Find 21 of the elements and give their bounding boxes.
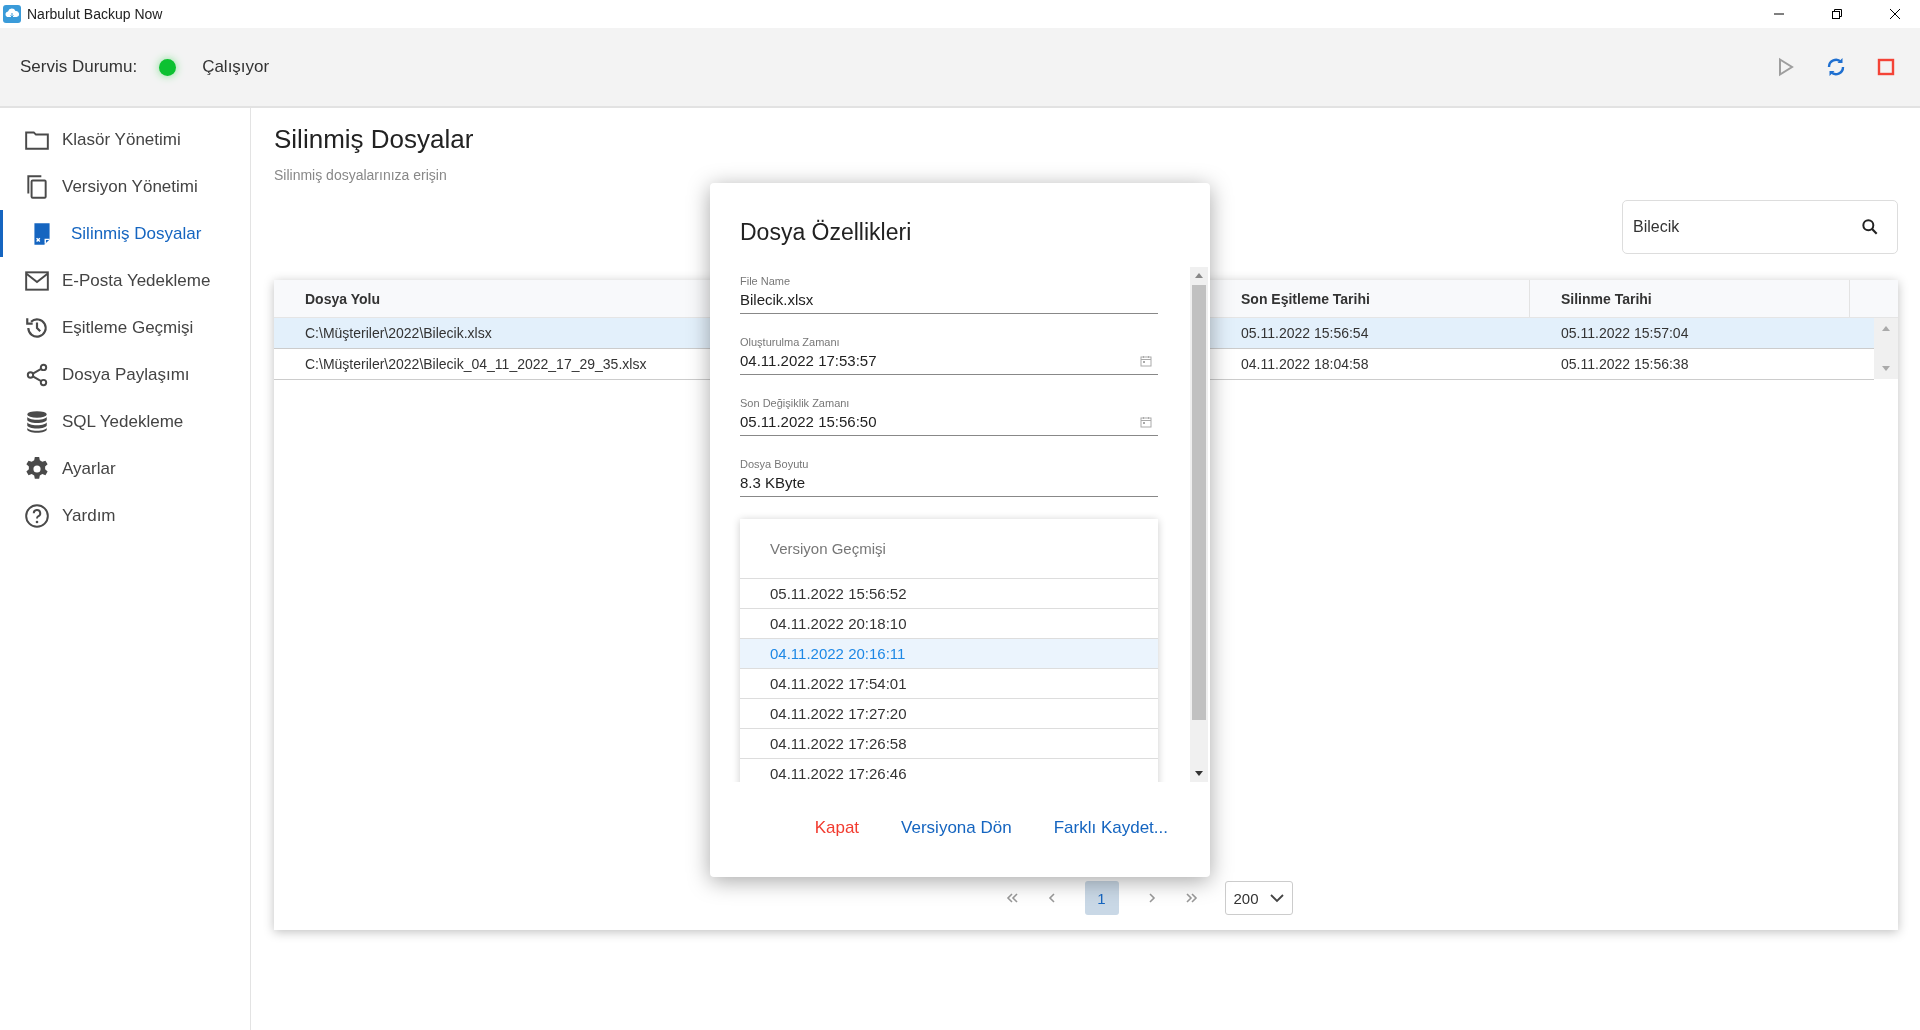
field-value: 05.11.2022 15:56:50 [740,413,877,430]
page-title: Silinmiş Dosyalar [274,124,475,155]
field-value: 8.3 KByte [740,474,806,491]
table-cell: 05.11.2022 15:56:54 [1241,325,1369,341]
table-cell: 05.11.2022 15:56:38 [1561,356,1689,372]
field-value: 04.11.2022 17:53:57 [740,352,877,369]
field-label: Dosya Boyutu [740,458,810,470]
field-label: File Name [740,275,792,287]
field-value: Bilecik.xlsx [740,291,814,308]
status-label: Servis Durumu: [20,57,138,77]
dialog-title: Dosya Özellikleri [740,219,913,246]
table-cell: 04.11.2022 18:04:58 [1241,356,1369,372]
window-title: Narbulut Backup Now [27,6,163,22]
field-label: Oluşturulma Zamanı [740,336,841,348]
page-subtitle: Silinmiş dosyalarınıza erişin [274,167,448,183]
table-cell: C:\Müşteriler\2022\Bilecik_04_11_2022_17_29_35.xlsx [305,356,647,372]
version-history-title: Versiyon Geçmişi [740,519,1158,579]
status-text: Çalışıyor [202,57,270,77]
table-cell: C:\Müşteriler\2022\Bilecik.xlsx [305,325,492,341]
table-cell: 05.11.2022 15:57:04 [1561,325,1689,341]
field-label: Son Değişiklik Zamanı [740,397,851,409]
